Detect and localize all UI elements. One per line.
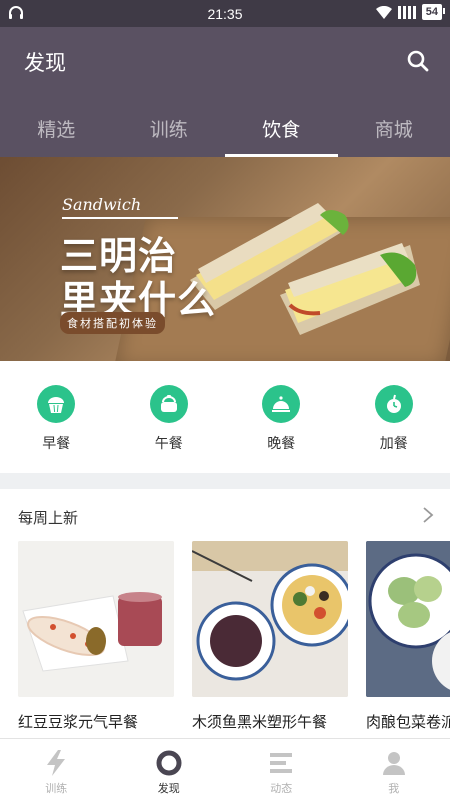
category-breakfast[interactable]: 早餐 bbox=[0, 361, 113, 473]
category-label: 晚餐 bbox=[267, 436, 296, 452]
muffin-icon bbox=[37, 385, 76, 423]
category-lunch[interactable]: 午餐 bbox=[113, 361, 226, 473]
lunch-bowl-icon bbox=[149, 385, 188, 423]
banner-underline bbox=[62, 217, 178, 219]
nav-label: 训练 bbox=[45, 782, 68, 795]
apple-icon bbox=[374, 385, 413, 423]
category-label: 午餐 bbox=[154, 436, 183, 452]
cloche-icon bbox=[262, 385, 301, 423]
nav-label: 发现 bbox=[157, 782, 180, 795]
recipe-image bbox=[192, 541, 348, 697]
signal-icon bbox=[397, 5, 416, 19]
page-title: 发现 bbox=[24, 51, 66, 75]
status-bar: 21:35 54 bbox=[0, 0, 450, 27]
promo-banner[interactable]: Sandwich 三明治 里夹什么 食材搭配初体验 bbox=[0, 157, 450, 361]
weekly-section-header[interactable]: 每周上新 bbox=[0, 489, 450, 541]
recipe-name: 木须鱼黑米塑形午餐 bbox=[192, 713, 328, 731]
wifi-icon bbox=[375, 5, 392, 19]
tab-store[interactable]: 商城 bbox=[338, 111, 450, 157]
nav-training[interactable]: 训练 bbox=[0, 739, 113, 800]
battery-indicator: 54 bbox=[421, 4, 446, 20]
recipe-card[interactable]: 肉酿包菜卷派 bbox=[366, 541, 450, 732]
category-snack[interactable]: 加餐 bbox=[338, 361, 450, 473]
tab-training[interactable]: 训练 bbox=[113, 111, 226, 157]
meal-categories: 早餐 午餐 晚餐 加餐 bbox=[0, 361, 450, 473]
weekly-card-list: 红豆豆浆元气早餐 木须鱼黑米塑形午餐 肉酿包菜卷派 bbox=[18, 541, 450, 737]
discover-ring-icon bbox=[156, 750, 182, 776]
recipe-card[interactable]: 木须鱼黑米塑形午餐 bbox=[192, 541, 348, 732]
recipe-image bbox=[18, 541, 174, 697]
category-dinner[interactable]: 晚餐 bbox=[225, 361, 338, 473]
nav-feed[interactable]: 动态 bbox=[225, 739, 338, 800]
banner-tag: 食材搭配初体验 bbox=[60, 312, 165, 334]
recipe-card[interactable]: 红豆豆浆元气早餐 bbox=[18, 541, 174, 732]
tab-diet[interactable]: 饮食 bbox=[225, 111, 338, 157]
category-tabs: 精选 训练 饮食 商城 bbox=[0, 111, 450, 157]
feed-lines-icon bbox=[270, 753, 293, 773]
chevron-right-icon[interactable] bbox=[422, 506, 434, 524]
category-label: 早餐 bbox=[42, 436, 71, 452]
nav-profile[interactable]: 我 bbox=[338, 739, 450, 800]
recipe-image bbox=[366, 541, 450, 697]
tab-featured[interactable]: 精选 bbox=[0, 111, 113, 157]
search-icon[interactable] bbox=[406, 49, 430, 73]
nav-label: 动态 bbox=[270, 782, 293, 795]
lightning-icon bbox=[47, 750, 66, 776]
banner-script-text: Sandwich bbox=[62, 195, 142, 214]
section-divider bbox=[0, 473, 450, 489]
app-header: 发现 精选 训练 饮食 商城 bbox=[0, 27, 450, 157]
recipe-name: 红豆豆浆元气早餐 bbox=[18, 713, 139, 731]
discover-screen: 21:35 54 发现 精选 训练 饮食 商城 Sandwich 三明治 里夹什… bbox=[0, 0, 450, 800]
nav-label: 我 bbox=[388, 782, 400, 795]
person-icon bbox=[382, 752, 405, 775]
section-title: 每周上新 bbox=[18, 509, 79, 527]
bottom-navigation: 训练 发现 动态 我 bbox=[0, 738, 450, 800]
category-label: 加餐 bbox=[379, 436, 408, 452]
recipe-name: 肉酿包菜卷派 bbox=[366, 713, 450, 731]
nav-discover[interactable]: 发现 bbox=[113, 739, 226, 800]
